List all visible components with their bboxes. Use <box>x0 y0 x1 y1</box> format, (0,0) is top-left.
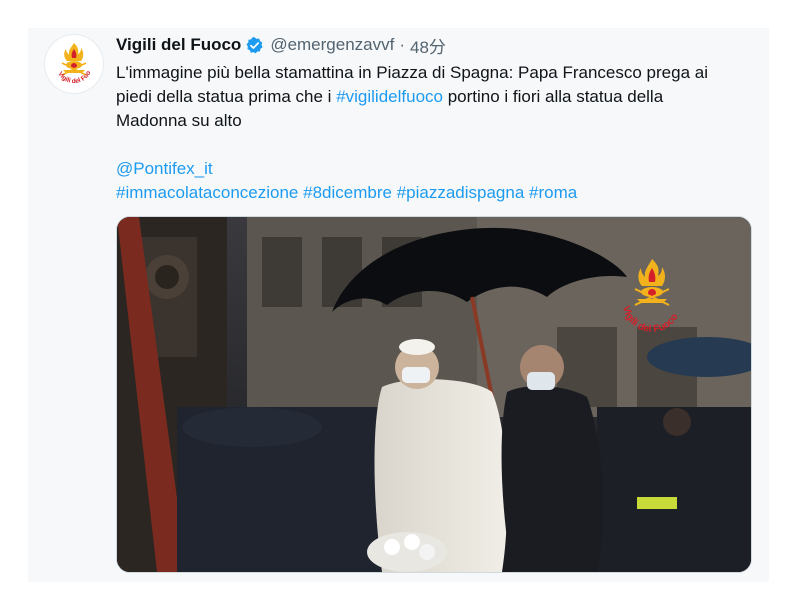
tweet-media-image[interactable]: Vigili del Fuoco <box>116 216 752 573</box>
hashtag-link[interactable]: #immacolataconcezione <box>116 183 298 202</box>
tweet-text-line: @Pontifex_it <box>116 157 766 181</box>
mention-link[interactable]: @Pontifex_it <box>116 159 213 178</box>
tweet-text-segment: portino i fiori alla statua della <box>442 87 664 106</box>
tweet-timestamp[interactable]: 48分 <box>410 33 446 58</box>
tweet-text-line: piedi della statua prima che i #vigilide… <box>116 85 766 109</box>
vigili-del-fuoco-watermark-icon: Vigili del Fuoco <box>620 259 681 335</box>
verified-badge-icon <box>246 36 263 53</box>
author-handle[interactable]: @emergenzavvf <box>270 35 394 55</box>
tweet-text: L'immagine più bella stamattina in Piazz… <box>116 61 766 205</box>
hashtag-link[interactable]: #vigilidelfuoco <box>336 87 443 106</box>
tweet-text-segment: piedi della statua prima che i <box>116 87 337 106</box>
tweet-text-line: Madonna su alto <box>116 109 766 133</box>
hashtag-link[interactable]: #8dicembre <box>303 183 392 202</box>
author-avatar[interactable]: Vigili del Fuoco <box>44 34 104 94</box>
author-name[interactable]: Vigili del Fuoco <box>116 35 241 55</box>
header-separator: · <box>399 35 406 54</box>
tweet-text-segment: L'immagine più bella stamattina in Piazz… <box>116 63 708 82</box>
hashtag-link[interactable]: #piazzadispagna <box>397 183 525 202</box>
tweet-text-segment: Madonna su alto <box>116 111 242 130</box>
tweet-text-line: L'immagine più bella stamattina in Piazz… <box>116 61 766 85</box>
tweet-card[interactable]: Vigili del Fuoco Vigili del Fuoco @emerg… <box>28 28 769 582</box>
hashtag-line: #immacolataconcezione #8dicembre #piazza… <box>116 181 766 205</box>
tweet-header: Vigili del Fuoco @emergenzavvf · 48分 <box>116 33 446 58</box>
vigili-del-fuoco-emblem-icon: Vigili del Fuoco <box>45 35 92 85</box>
hashtag-link[interactable]: #roma <box>529 183 577 202</box>
svg-text:Vigili del Fuoco: Vigili del Fuoco <box>620 305 680 335</box>
